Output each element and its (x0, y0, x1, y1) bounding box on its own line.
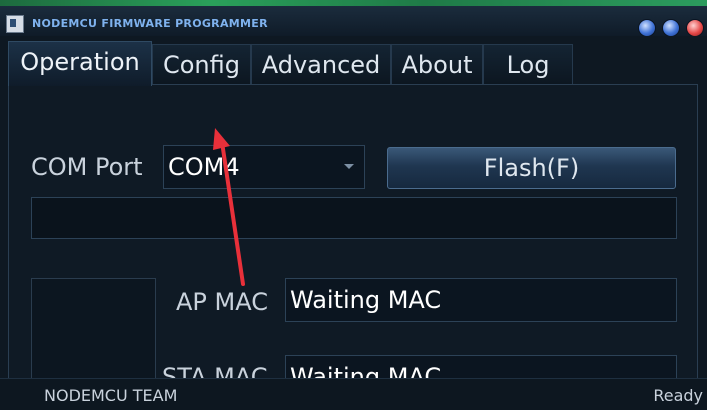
window-title: NODEMCU FIRMWARE PROGRAMMER (32, 17, 268, 30)
maximize-button[interactable] (662, 19, 680, 37)
chevron-down-icon (344, 164, 354, 169)
ap-mac-field: Waiting MAC (285, 278, 677, 322)
status-bar: NODEMCU TEAM Ready (0, 378, 707, 410)
tab-config[interactable]: Config (152, 44, 251, 85)
tab-operation[interactable]: Operation (8, 41, 152, 86)
com-port-value: COM4 (168, 153, 240, 181)
tab-about[interactable]: About (391, 44, 483, 85)
close-button[interactable] (686, 19, 704, 37)
app-icon (6, 15, 24, 33)
client-area: Operation Config Advanced About Log COM … (0, 36, 707, 410)
tab-advanced[interactable]: Advanced (251, 44, 391, 85)
app-window: NODEMCU FIRMWARE PROGRAMMER Operation Co… (0, 0, 707, 410)
flash-button[interactable]: Flash(F) (387, 147, 676, 189)
flash-progress-bar (31, 197, 677, 239)
ap-mac-label: AP MAC (176, 288, 268, 316)
status-ready: Ready (653, 386, 703, 405)
tab-log[interactable]: Log (483, 44, 573, 85)
operation-panel: COM Port COM4 Flash(F) AP MAC Waiting MA… (8, 84, 698, 406)
minimize-button[interactable] (638, 19, 656, 37)
status-team: NODEMCU TEAM (44, 386, 178, 405)
com-port-label: COM Port (31, 153, 143, 181)
com-port-select[interactable]: COM4 (163, 145, 365, 189)
title-bar[interactable]: NODEMCU FIRMWARE PROGRAMMER (0, 6, 707, 37)
